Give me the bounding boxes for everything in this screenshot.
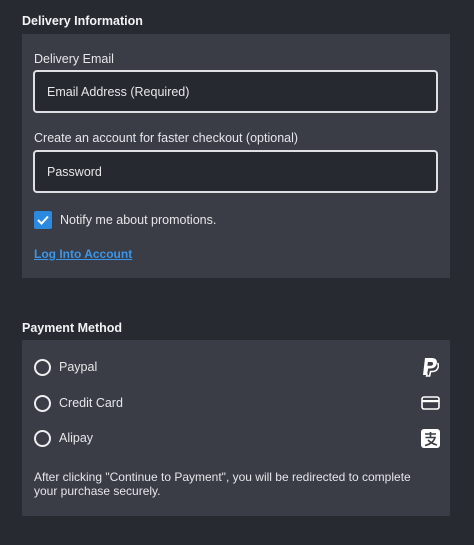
login-link[interactable]: Log Into Account: [34, 247, 132, 261]
email-label: Delivery Email: [34, 52, 114, 66]
paypal-label: Paypal: [59, 360, 98, 374]
credit-card-label: Credit Card: [59, 396, 123, 410]
password-input[interactable]: [33, 150, 438, 193]
alipay-radio[interactable]: [34, 429, 51, 447]
paypal-radio[interactable]: [34, 358, 51, 376]
checkout-page: Delivery Information Delivery Email Crea…: [0, 0, 474, 545]
payment-option-alipay[interactable]: Alipay: [34, 427, 440, 449]
payment-option-paypal[interactable]: Paypal: [34, 356, 440, 378]
payment-panel: Paypal Credit Card Alipay After clicking…: [22, 340, 450, 516]
paypal-icon: [420, 357, 440, 377]
checkmark-icon: [37, 215, 49, 225]
email-input[interactable]: [33, 70, 438, 113]
payment-section-title: Payment Method: [22, 321, 123, 335]
alipay-icon: [420, 428, 440, 448]
password-label: Create an account for faster checkout (o…: [34, 131, 299, 145]
promo-checkbox[interactable]: [34, 211, 52, 229]
redirect-note: After clicking "Continue to Payment", yo…: [34, 470, 411, 498]
promo-checkbox-label: Notify me about promotions.: [60, 213, 217, 227]
credit-card-icon: [420, 393, 440, 413]
alipay-label: Alipay: [59, 431, 94, 445]
delivery-section-title: Delivery Information: [22, 14, 143, 28]
credit-card-radio[interactable]: [34, 394, 51, 412]
payment-option-credit-card[interactable]: Credit Card: [34, 392, 440, 414]
delivery-panel: Delivery Email Create an account for fas…: [22, 34, 450, 278]
promo-checkbox-row[interactable]: Notify me about promotions.: [34, 211, 216, 229]
